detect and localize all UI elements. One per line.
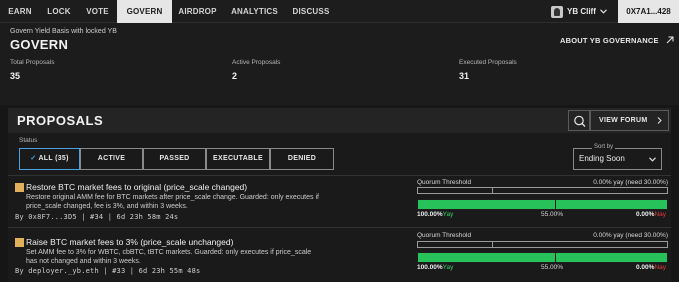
yay-percent: 100.00%Yay (417, 264, 454, 271)
chevron-down-icon (600, 9, 607, 14)
chevron-down-icon (649, 157, 656, 162)
pass-threshold-marker (555, 252, 556, 263)
nav-tab-govern[interactable]: GOVERN (117, 0, 172, 23)
filter-executable[interactable]: EXECUTABLE (206, 148, 270, 170)
nay-percent: 0.00%Nay (636, 211, 666, 218)
page-title: GOVERN (10, 37, 69, 52)
view-forum-button[interactable]: VIEW FORUM (590, 110, 669, 131)
check-icon: ✓ (30, 155, 37, 162)
quorum-threshold-marker (492, 241, 493, 248)
proposal-meta: By deployer._yb.eth | #33 | 6d 23h 55m 4… (15, 267, 201, 275)
quorum-status: 0.00% yay (need 30.00%) (593, 232, 668, 239)
row-divider (8, 175, 671, 176)
top-nav: EARN LOCK VOTE GOVERN AIRDROP ANALYTICS … (0, 0, 679, 23)
about-governance-link[interactable]: ABOUT YB GOVERNANCE (560, 36, 674, 45)
filter-all[interactable]: ✓ ALL (35) (19, 148, 80, 170)
search-icon (574, 115, 586, 127)
nav-tab-earn[interactable]: EARN (0, 0, 40, 23)
user-avatar-icon (551, 5, 563, 18)
sort-value: Ending Soon (579, 154, 625, 163)
quorum-label: Quorum Threshold (417, 232, 472, 239)
stat-executed-value: 31 (459, 71, 470, 81)
page-header: Govern Yield Basis with locked YB GOVERN… (0, 23, 679, 105)
quorum-bar (417, 187, 668, 194)
quorum-label: Quorum Threshold (417, 179, 472, 186)
filter-all-label: ALL (35) (38, 155, 69, 162)
proposal-title[interactable]: Raise BTC market fees to 3% (price_scale… (26, 237, 233, 247)
stat-active-value: 2 (232, 71, 238, 81)
vote-bar (417, 199, 668, 210)
proposals-header: PROPOSALS VIEW FORUM (8, 108, 671, 133)
proposals-panel: PROPOSALS VIEW FORUM Status ✓ ALL (35) A… (8, 108, 671, 282)
proposals-title: PROPOSALS (17, 113, 104, 128)
pass-threshold-marker (555, 199, 556, 210)
filter-active[interactable]: ACTIVE (80, 148, 143, 170)
proposal-marker-icon (15, 238, 24, 247)
user-menu-button[interactable]: YB Cliff (545, 0, 616, 23)
pass-threshold-label: 55.00% (541, 264, 564, 271)
nav-tab-airdrop[interactable]: AIRDROP (172, 0, 223, 23)
user-name: YB Cliff (567, 7, 596, 16)
proposal-title[interactable]: Restore BTC market fees to original (pri… (26, 182, 247, 192)
vote-bar (417, 252, 668, 263)
proposal-description: Restore original AMM fee for BTC markets… (26, 194, 319, 210)
stat-total-label: Total Proposals (10, 59, 55, 66)
status-label: Status (19, 137, 38, 144)
quorum-bar (417, 241, 668, 248)
search-button[interactable] (568, 110, 590, 131)
nay-percent: 0.00%Nay (636, 264, 666, 271)
quorum-threshold-marker (492, 187, 493, 194)
yay-percent: 100.00%Yay (417, 211, 454, 218)
view-forum-label: VIEW FORUM (599, 117, 648, 124)
wallet-button[interactable]: 0X7A1...428 (618, 0, 679, 23)
proposal-description: Set AMM fee to 3% for WBTC, cbBTC, tBTC … (26, 249, 312, 265)
page-subtitle: Govern Yield Basis with locked YB (10, 28, 117, 35)
nav-tab-lock[interactable]: LOCK (40, 0, 78, 23)
nav-tab-analytics[interactable]: ANALYTICS (223, 0, 286, 23)
proposal-meta: By 0x8F7...3D5 | #34 | 6d 23h 58m 24s (15, 213, 179, 221)
stat-active-label: Active Proposals (232, 59, 281, 66)
about-governance-label: ABOUT YB GOVERNANCE (560, 36, 659, 45)
nav-tab-vote[interactable]: VOTE (78, 0, 117, 23)
arrow-up-right-icon (666, 36, 674, 44)
pass-threshold-label: 55.00% (541, 211, 564, 218)
quorum-status: 0.00% yay (need 30.00%) (593, 179, 668, 186)
chevron-right-icon (657, 117, 662, 124)
sort-label: Sort by (592, 144, 616, 150)
filter-passed[interactable]: PASSED (143, 148, 206, 170)
row-divider (8, 227, 671, 228)
stat-executed-label: Executed Proposals (459, 59, 517, 66)
nav-tab-discuss[interactable]: DISCUSS (286, 0, 336, 23)
proposal-marker-icon (15, 183, 24, 192)
stat-total-value: 35 (10, 71, 21, 81)
filter-denied[interactable]: DENIED (270, 148, 334, 170)
